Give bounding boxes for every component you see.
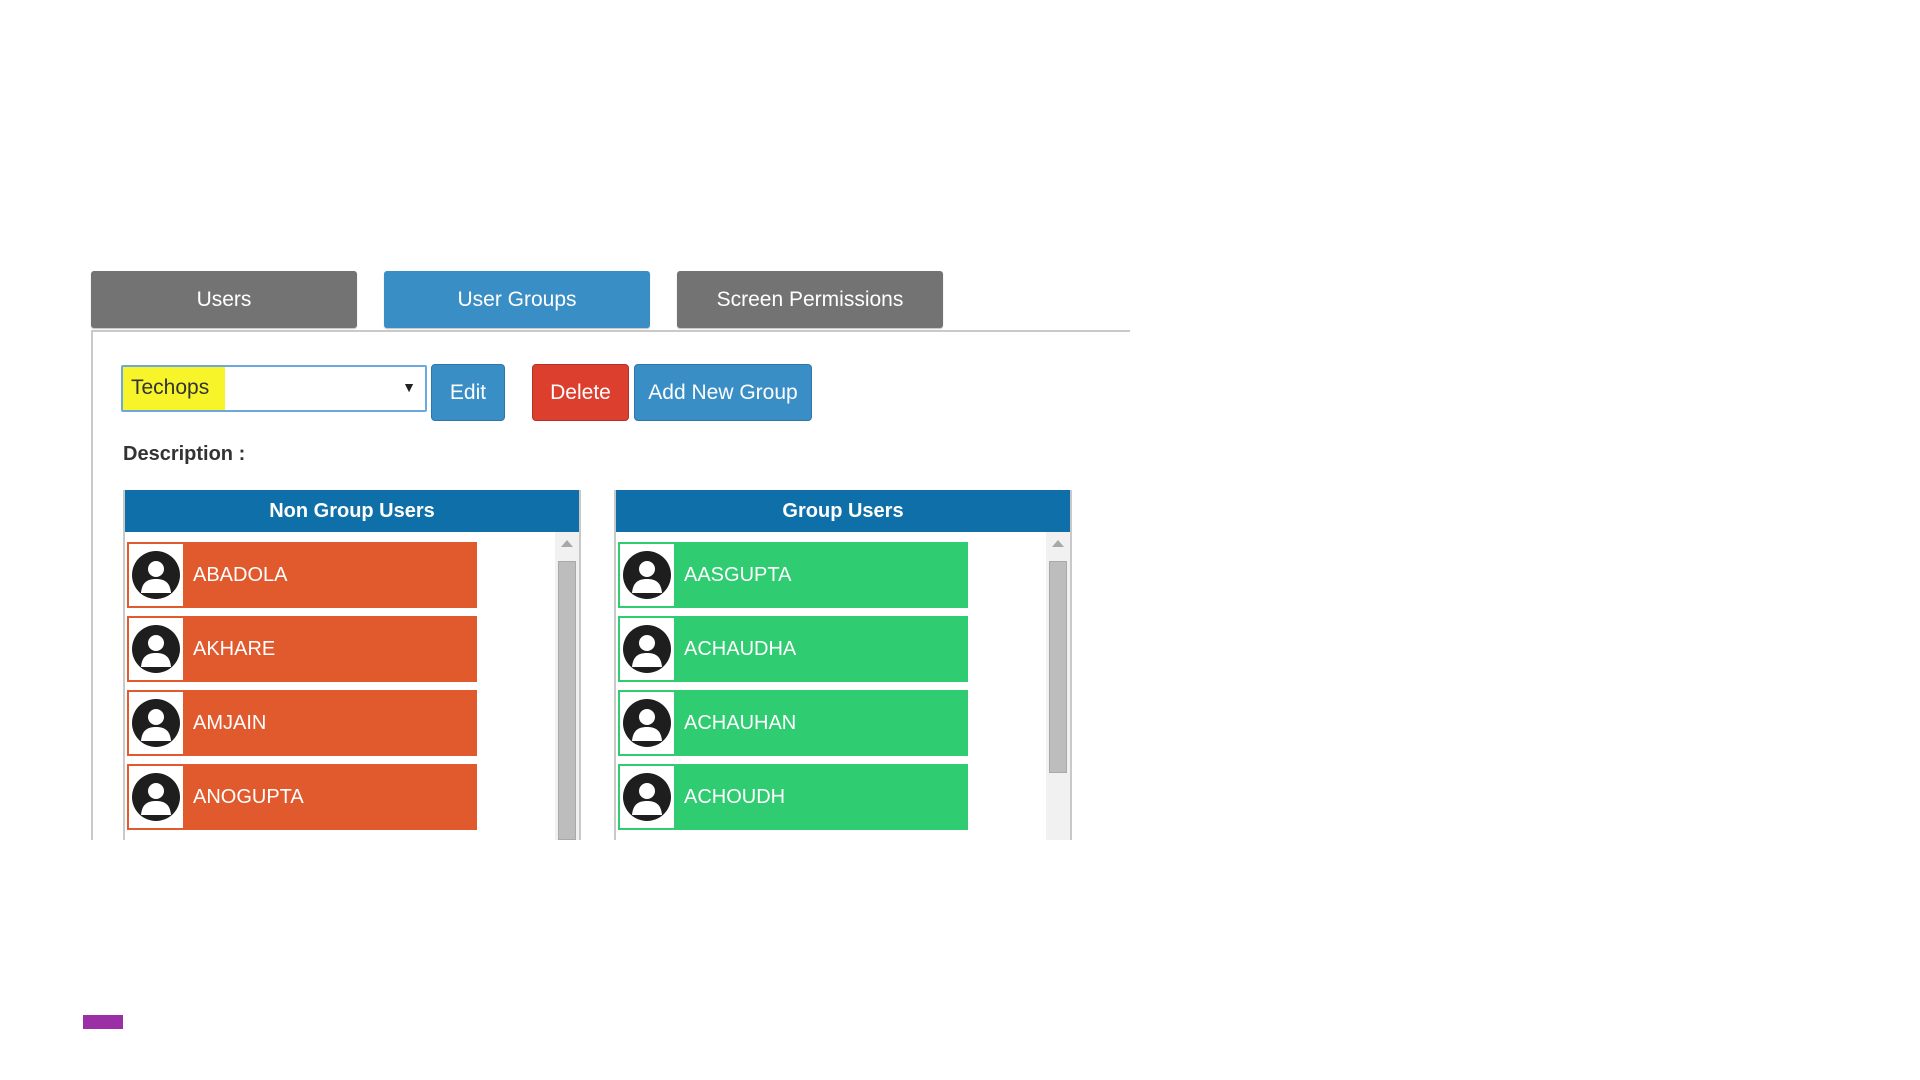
- scroll-up-arrow-icon[interactable]: [561, 540, 573, 547]
- group-users-header: Group Users: [616, 490, 1070, 532]
- list-item[interactable]: ACHAUDHA: [618, 616, 968, 682]
- user-avatar-icon: [129, 618, 183, 680]
- user-avatar-icon: [129, 692, 183, 754]
- scrollbar-thumb[interactable]: [558, 561, 576, 840]
- user-avatar-icon: [620, 692, 674, 754]
- user-name: ABADOLA: [193, 563, 288, 586]
- caret-down-icon: ▼: [402, 379, 416, 395]
- tab-users[interactable]: Users: [91, 271, 357, 328]
- list-item[interactable]: AKHARE: [127, 616, 477, 682]
- list-item[interactable]: AASGUPTA: [618, 542, 968, 608]
- group-users-list: Group Users AASGUPTA ACHAUDHA ACHAUHAN A…: [614, 490, 1072, 840]
- non-group-scrollbar[interactable]: [555, 532, 579, 840]
- app-root: Users User Groups Screen Permissions Tec…: [0, 0, 1920, 1080]
- edit-button[interactable]: Edit: [431, 364, 505, 421]
- group-users-items: AASGUPTA ACHAUDHA ACHAUHAN ACHOUDH: [618, 542, 968, 838]
- delete-button[interactable]: Delete: [532, 364, 629, 421]
- accent-bar: [83, 1015, 123, 1029]
- user-name: ANOGUPTA: [193, 785, 304, 808]
- tab-bar: Users User Groups Screen Permissions: [91, 271, 943, 328]
- user-avatar-icon: [129, 544, 183, 606]
- user-name: ACHOUDH: [684, 785, 786, 808]
- tab-user-groups[interactable]: User Groups: [384, 271, 650, 328]
- group-scrollbar[interactable]: [1046, 532, 1070, 840]
- user-name: ACHAUHAN: [684, 711, 797, 734]
- user-avatar-icon: [620, 544, 674, 606]
- non-group-users-header: Non Group Users: [125, 490, 579, 532]
- list-item[interactable]: ACHOUDH: [618, 764, 968, 830]
- user-name: AKHARE: [193, 637, 276, 660]
- list-item[interactable]: AMJAIN: [127, 690, 477, 756]
- user-avatar-icon: [620, 618, 674, 680]
- non-group-users-items: ABADOLA AKHARE AMJAIN ANOGUPTA: [127, 542, 477, 838]
- user-avatar-icon: [620, 766, 674, 828]
- tab-screen-permissions[interactable]: Screen Permissions: [677, 271, 943, 328]
- user-avatar-icon: [129, 766, 183, 828]
- user-name: AASGUPTA: [684, 563, 792, 586]
- add-new-group-button[interactable]: Add New Group: [634, 364, 812, 421]
- user-name: ACHAUDHA: [684, 637, 797, 660]
- non-group-users-list: Non Group Users ABADOLA AKHARE AMJAIN AN…: [123, 490, 581, 840]
- user-name: AMJAIN: [193, 711, 267, 734]
- group-select[interactable]: Techops ▼: [121, 365, 427, 412]
- group-select-value: Techops: [131, 376, 210, 399]
- scroll-up-arrow-icon[interactable]: [1052, 540, 1064, 547]
- list-item[interactable]: ANOGUPTA: [127, 764, 477, 830]
- list-item[interactable]: ABADOLA: [127, 542, 477, 608]
- list-item[interactable]: ACHAUHAN: [618, 690, 968, 756]
- description-label: Description :: [123, 443, 246, 465]
- scrollbar-thumb[interactable]: [1049, 561, 1067, 773]
